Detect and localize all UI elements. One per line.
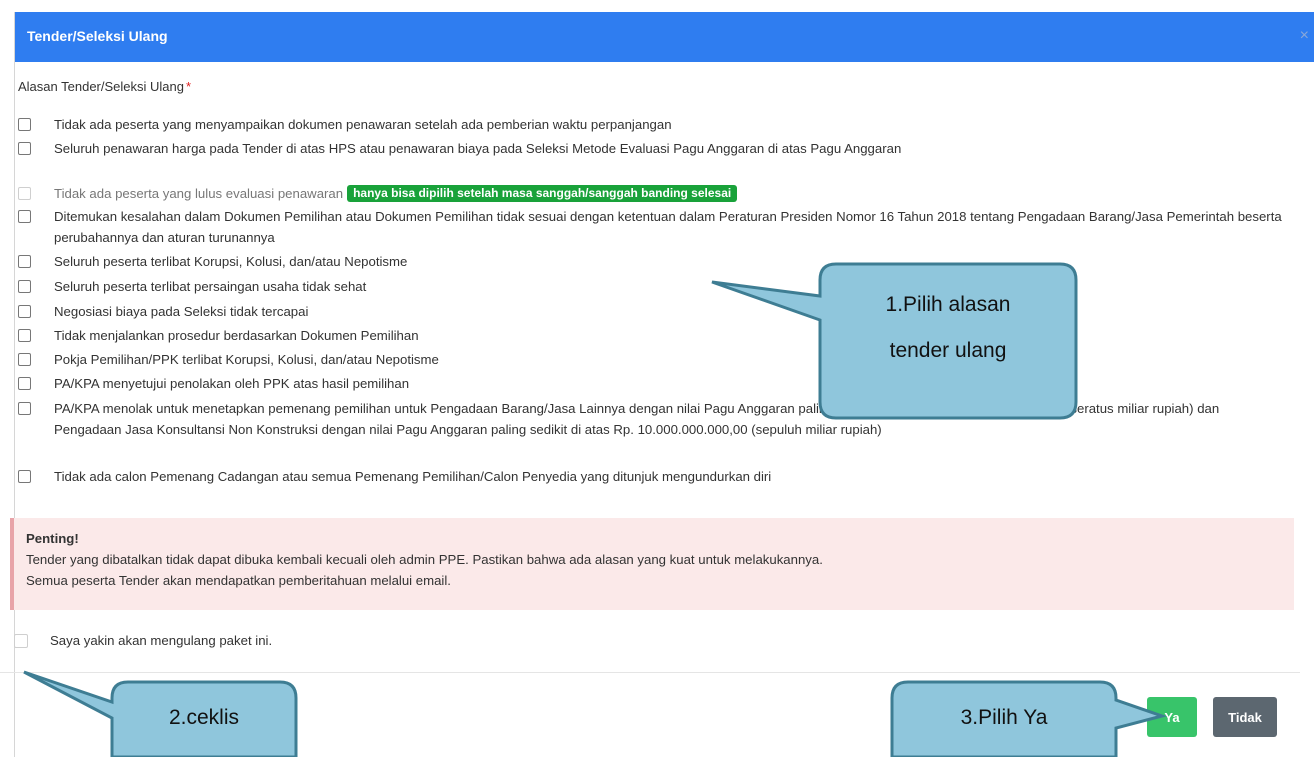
reason-checkbox-disabled xyxy=(18,187,31,200)
reason-checkbox[interactable] xyxy=(18,329,31,342)
disabled-hint-badge: hanya bisa dipilih setelah masa sanggah/… xyxy=(347,185,738,202)
reason-checkbox[interactable] xyxy=(18,142,31,155)
alert-title: Penting! xyxy=(26,531,79,546)
callout-1-line-1: 1.Pilih alasan xyxy=(885,293,1011,316)
reason-option[interactable]: Tidak ada calon Pemenang Cadangan atau s… xyxy=(18,466,1288,487)
reason-option[interactable]: Pokja Pemilihan/PPK terlibat Korupsi, Ko… xyxy=(18,349,1288,370)
reason-option-label: Pokja Pemilihan/PPK terlibat Korupsi, Ko… xyxy=(54,352,439,367)
reason-checkbox[interactable] xyxy=(18,353,31,366)
callout-2-text: 2.ceklis xyxy=(168,706,240,729)
reason-option[interactable]: Negosiasi biaya pada Seleksi tidak terca… xyxy=(18,301,1288,322)
reason-option-label: Tidak ada peserta yang lulus evaluasi pe… xyxy=(54,186,344,201)
reason-option-label: PA/KPA menyetujui penolakan oleh PPK ata… xyxy=(54,376,410,391)
reason-option[interactable]: PA/KPA menyetujui penolakan oleh PPK ata… xyxy=(18,373,1288,394)
callout-3-text: 3.Pilih Ya xyxy=(960,706,1048,729)
reason-option[interactable]: Ditemukan kesalahan dalam Dokumen Pemili… xyxy=(18,206,1288,248)
required-mark: * xyxy=(185,79,192,94)
no-button[interactable]: Tidak xyxy=(1213,697,1277,737)
yes-button[interactable]: Ya xyxy=(1147,697,1197,737)
confirm-checkbox[interactable] xyxy=(14,634,28,648)
callout-1-text: 1.Pilih alasan tender ulang xyxy=(822,290,1074,366)
reason-option-label: PA/KPA menolak untuk menetapkan pemenang… xyxy=(54,401,1220,437)
footer-divider xyxy=(0,672,1300,673)
reason-option-label: Tidak menjalankan prosedur berdasarkan D… xyxy=(54,328,419,343)
reason-option-label: Tidak ada calon Pemenang Cadangan atau s… xyxy=(54,469,772,484)
callout-1-line-2: tender ulang xyxy=(889,339,1007,362)
reason-label: Alasan Tender/Seleksi Ulang * xyxy=(18,79,191,94)
close-icon[interactable]: × xyxy=(1300,27,1309,45)
confirm-row[interactable]: Saya yakin akan mengulang paket ini. xyxy=(14,633,272,648)
reason-option-label: Seluruh peserta terlibat Korupsi, Kolusi… xyxy=(54,254,408,269)
reason-checkbox[interactable] xyxy=(18,255,31,268)
reason-checkbox[interactable] xyxy=(18,210,31,223)
reason-option-label: Seluruh peserta terlibat persaingan usah… xyxy=(54,279,367,294)
reason-option-label: Negosiasi biaya pada Seleksi tidak terca… xyxy=(54,304,309,319)
reason-option[interactable]: Tidak ada peserta yang menyampaikan doku… xyxy=(18,114,1288,135)
dialog-header: Tender/Seleksi Ulang × xyxy=(15,12,1314,62)
reason-option[interactable]: Seluruh penawaran harga pada Tender di a… xyxy=(18,138,1288,159)
alert-text-1: Tender yang dibatalkan tidak dapat dibuk… xyxy=(26,552,823,567)
reason-option[interactable]: PA/KPA menolak untuk menetapkan pemenang… xyxy=(18,398,1288,440)
reason-checkbox[interactable] xyxy=(18,402,31,415)
reason-option-disabled: Tidak ada peserta yang lulus evaluasi pe… xyxy=(18,183,1288,204)
reason-option[interactable]: Seluruh peserta terlibat Korupsi, Kolusi… xyxy=(18,251,1288,272)
alert-text-2: Semua peserta Tender akan mendapatkan pe… xyxy=(26,573,451,588)
reason-checkbox[interactable] xyxy=(18,470,31,483)
reason-option-label: Tidak ada peserta yang menyampaikan doku… xyxy=(54,117,672,132)
warning-alert: Penting! Tender yang dibatalkan tidak da… xyxy=(10,518,1294,610)
reason-option[interactable]: Tidak menjalankan prosedur berdasarkan D… xyxy=(18,325,1288,346)
reason-option-label: Ditemukan kesalahan dalam Dokumen Pemili… xyxy=(54,209,1282,245)
reason-checkbox[interactable] xyxy=(18,280,31,293)
reason-checkbox[interactable] xyxy=(18,377,31,390)
reason-label-text: Alasan Tender/Seleksi Ulang xyxy=(18,79,184,94)
reason-option-label: Seluruh penawaran harga pada Tender di a… xyxy=(54,141,902,156)
dialog-title: Tender/Seleksi Ulang xyxy=(27,28,168,44)
reason-option[interactable]: Seluruh peserta terlibat persaingan usah… xyxy=(18,276,1288,297)
confirm-label: Saya yakin akan mengulang paket ini. xyxy=(50,633,273,648)
reason-checkbox[interactable] xyxy=(18,305,31,318)
reason-checkbox[interactable] xyxy=(18,118,31,131)
